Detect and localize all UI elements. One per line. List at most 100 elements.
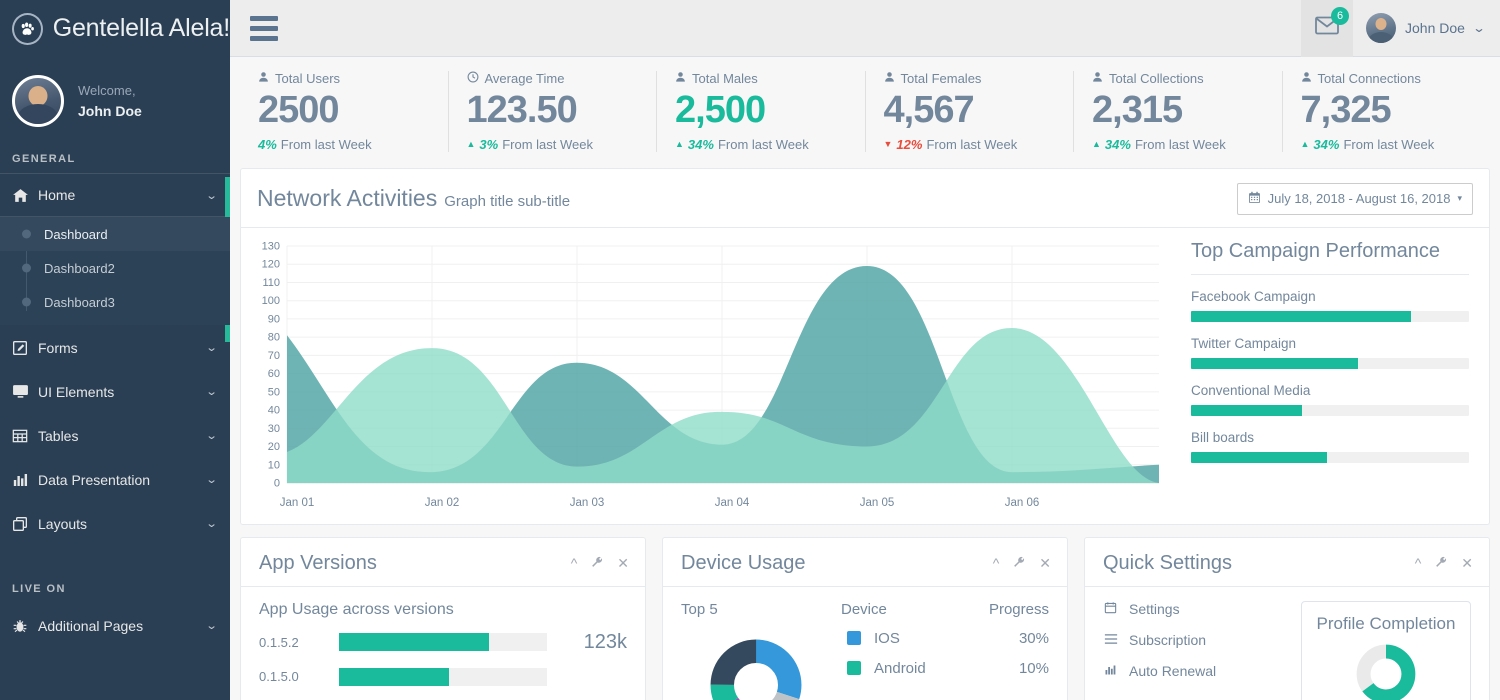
- messages-button[interactable]: 6: [1301, 0, 1353, 57]
- chart-series-b-area: [287, 327, 1159, 483]
- sidebar-item-label: Layouts: [38, 515, 88, 532]
- calendar-icon: [1103, 601, 1118, 617]
- campaign-progress-bar: [1191, 404, 1469, 416]
- svg-text:90: 90: [268, 313, 280, 325]
- chevron-down-icon: ⌄: [205, 189, 218, 202]
- svg-text:Jan 04: Jan 04: [715, 497, 750, 509]
- panel-header: Network Activities Graph title sub-title…: [241, 169, 1489, 228]
- legend-swatch: [847, 661, 861, 676]
- quick-settings-item-subscription[interactable]: Subscription: [1103, 632, 1283, 648]
- close-icon[interactable]: ✕: [1039, 555, 1051, 572]
- wrench-icon[interactable]: [1434, 555, 1448, 572]
- device-usage-row: Android 10%: [847, 660, 1049, 677]
- stat-tile-total-connections[interactable]: Total Connections 7,325 ▲ 34% From last …: [1281, 71, 1491, 152]
- stat-tile-average-time[interactable]: Average Time 123.50 ▲ 3% From last Week: [447, 71, 657, 152]
- stat-tile-total-females[interactable]: Total Females 4,567 ▼ 12% From last Week: [864, 71, 1074, 152]
- app-version-progress-bar: [339, 633, 547, 652]
- stat-tile-total-males[interactable]: Total Males 2,500 ▲ 34% From last Week: [656, 71, 865, 152]
- svg-text:50: 50: [268, 386, 280, 398]
- chevron-up-icon[interactable]: ^: [571, 555, 578, 572]
- campaign-label: Bill boards: [1191, 429, 1255, 445]
- stat-tile-total-users[interactable]: Total Users 2500 4% From last Week: [240, 71, 448, 152]
- sidebar-item-tables[interactable]: Tables ⌄: [0, 413, 230, 457]
- svg-text:40: 40: [268, 404, 280, 416]
- sidebar-item-dashboard3[interactable]: Dashboard3: [0, 285, 230, 319]
- close-icon[interactable]: ✕: [1461, 555, 1473, 572]
- wrench-icon[interactable]: [590, 555, 604, 572]
- column-header: Device: [841, 600, 887, 618]
- campaign-row: Conventional Media: [1191, 369, 1469, 416]
- svg-text:70: 70: [268, 350, 280, 362]
- sidebar-submenu-home: Dashboard Dashboard2 Dashboard3: [0, 217, 230, 325]
- sidebar-item-layouts[interactable]: Layouts ⌄: [0, 501, 230, 545]
- table-icon: [12, 428, 38, 444]
- sidebar-item-data-presentation[interactable]: Data Presentation ⌄: [0, 457, 230, 501]
- chevron-down-icon: ⌄: [205, 386, 218, 398]
- stat-tile-trend-text: From last Week: [717, 136, 809, 152]
- sidebar-item-forms[interactable]: Forms ⌄: [0, 325, 230, 369]
- chevron-up-icon[interactable]: ^: [993, 555, 1000, 572]
- sidebar-subitem-label: Dashboard: [44, 226, 108, 242]
- layers-icon: [12, 516, 38, 532]
- brand[interactable]: Gentelella Alela!: [0, 0, 230, 57]
- panel-title: App Versions: [259, 551, 377, 574]
- device-usage-row: IOS 30%: [847, 630, 1049, 647]
- svg-text:20: 20: [268, 441, 280, 453]
- svg-text:Jan 02: Jan 02: [425, 497, 460, 509]
- stat-tile-trend-text: From last Week: [926, 136, 1018, 152]
- main-content: 6 John Doe ⌄ Total Users 2500 4% From la…: [230, 0, 1500, 700]
- stat-tile-total-collections[interactable]: Total Collections 2,315 ▲ 34% From last …: [1073, 71, 1282, 152]
- svg-text:60: 60: [268, 368, 280, 380]
- list-icon: [1103, 632, 1118, 648]
- chart-y-tick-labels: 130 120 110 100 90 80 70 60 50 40 30 20 …: [262, 240, 280, 489]
- app-version-row: 0.1.5.2 123k: [259, 631, 627, 654]
- bar-chart-icon: [12, 472, 38, 488]
- network-chart[interactable]: 130 120 110 100 90 80 70 60 50 40 30 20 …: [241, 228, 1169, 524]
- date-range-value: July 18, 2018 - August 16, 2018: [1267, 191, 1451, 207]
- stat-tile-percent: 34%: [1313, 136, 1340, 152]
- user-icon: [675, 71, 686, 86]
- stat-tile-label: Total Collections: [1109, 71, 1204, 86]
- chevron-up-icon[interactable]: ^: [1415, 555, 1422, 572]
- svg-text:30: 30: [268, 423, 280, 435]
- top-navigation-bar: 6 John Doe ⌄: [230, 0, 1500, 57]
- profile-completion-gauge: [1356, 644, 1416, 700]
- caret-down-icon: ▾: [1457, 193, 1462, 204]
- date-range-picker[interactable]: July 18, 2018 - August 16, 2018 ▾: [1236, 182, 1473, 215]
- trend-up-icon: ▲: [675, 139, 684, 150]
- sidebar-item-home[interactable]: Home ⌄: [0, 173, 230, 217]
- column-header: Top 5: [681, 600, 718, 618]
- bar-chart-icon: [1103, 663, 1118, 679]
- wrench-icon[interactable]: [1012, 555, 1026, 572]
- device-usage-donut[interactable]: [681, 630, 841, 700]
- quick-settings-item-settings[interactable]: Settings: [1103, 601, 1283, 617]
- quick-settings-label: Settings: [1129, 600, 1180, 617]
- sidebar-item-label: Forms: [38, 339, 78, 356]
- chevron-down-icon: ⌄: [205, 474, 218, 486]
- sidebar-item-additional-pages[interactable]: Additional Pages ⌄: [0, 603, 230, 647]
- sidebar: Gentelella Alela! Welcome, John Doe GENE…: [0, 0, 230, 700]
- sidebar-item-ui-elements[interactable]: UI Elements ⌄: [0, 369, 230, 413]
- close-icon[interactable]: ✕: [617, 555, 629, 572]
- user-menu[interactable]: John Doe ⌄: [1353, 13, 1500, 43]
- svg-text:10: 10: [268, 459, 280, 471]
- stat-tile-percent: 12%: [896, 136, 923, 152]
- stat-tile-label: Total Users: [275, 71, 341, 86]
- sidebar-item-label: Additional Pages: [38, 617, 144, 634]
- stat-tile-value: 2500: [258, 89, 340, 131]
- chevron-down-icon: ⌄: [205, 342, 218, 354]
- device-name: IOS: [874, 629, 900, 647]
- campaign-progress-bar: [1191, 357, 1469, 369]
- monitor-icon: [12, 383, 38, 400]
- user-icon: [1092, 71, 1103, 86]
- stat-tile-value: 7,325: [1300, 89, 1392, 131]
- sidebar-item-dashboard2[interactable]: Dashboard2: [0, 251, 230, 285]
- stat-tile-trend-text: From last Week: [502, 136, 593, 152]
- hamburger-icon[interactable]: [230, 15, 298, 41]
- quick-settings-item-auto-renewal[interactable]: Auto Renewal: [1103, 663, 1283, 679]
- bottom-panels-row: App Versions ^ ✕ App Usage across versio…: [230, 525, 1500, 700]
- welcome-label: Welcome,: [78, 83, 136, 98]
- sidebar-item-dashboard[interactable]: Dashboard: [0, 217, 230, 251]
- sidebar-item-label: UI Elements: [38, 383, 115, 400]
- stat-tile-trend-text: From last Week: [280, 136, 372, 152]
